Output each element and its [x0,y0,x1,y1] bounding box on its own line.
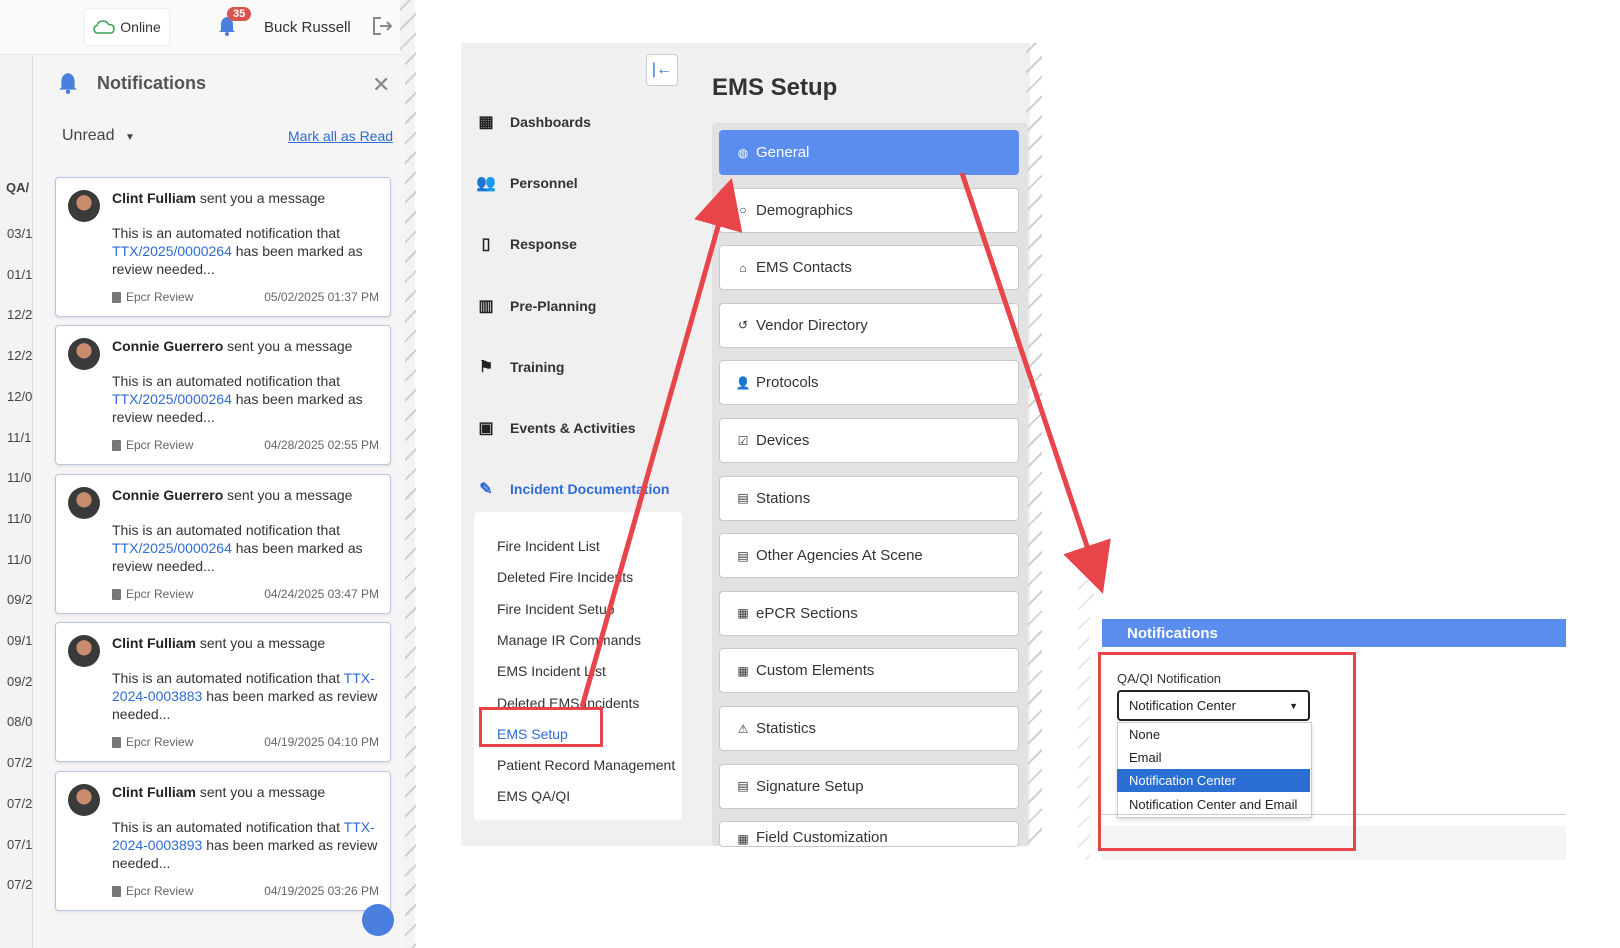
arrow-to-general [579,177,743,708]
arrow-to-notifications [959,172,1111,594]
annotation-arrows [579,172,1111,708]
